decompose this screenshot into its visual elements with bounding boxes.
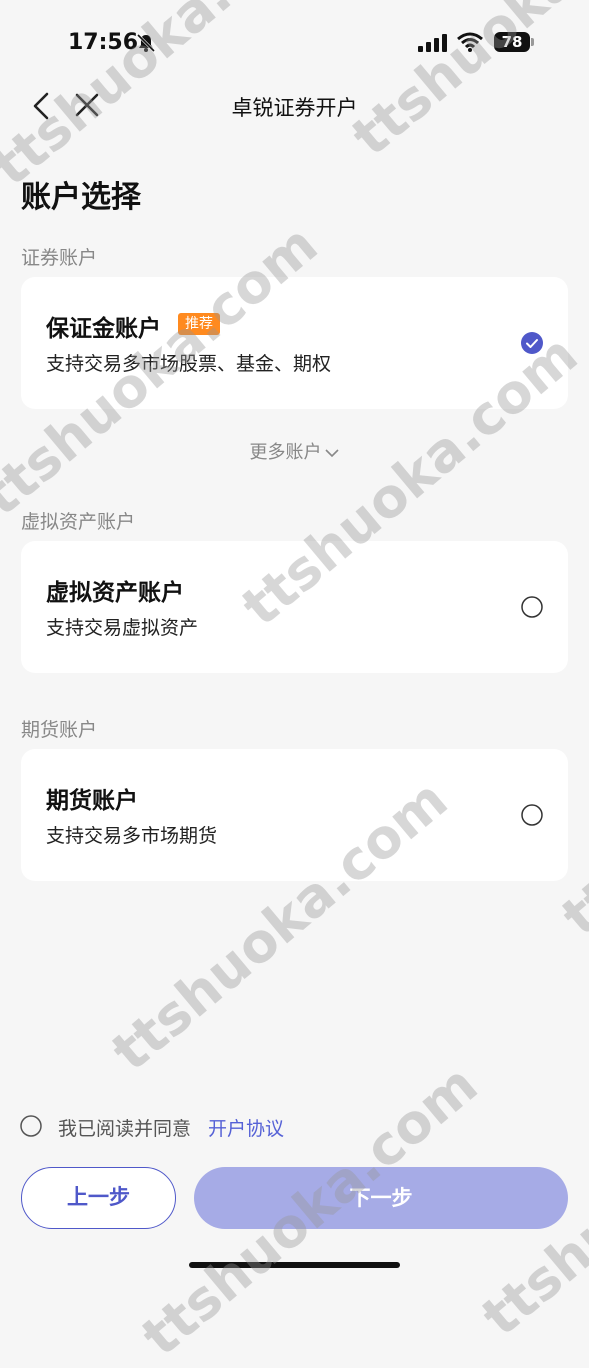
status-bar: 17:56 78 <box>0 0 589 88</box>
section-label-securities: 证券账户 <box>21 247 98 269</box>
section-label-futures: 期货账户 <box>21 719 98 741</box>
account-card-futures[interactable]: 期货账户 支持交易多市场期货 <box>21 749 568 881</box>
account-description: 支持交易多市场期货 <box>46 825 218 847</box>
account-title: 期货账户 <box>46 788 138 814</box>
agreement-text: 我已阅读并同意 <box>58 1118 192 1140</box>
status-time: 17:56 <box>68 30 139 55</box>
agreement-link[interactable]: 开户协议 <box>208 1114 284 1141</box>
account-description: 支持交易虚拟资产 <box>46 617 199 639</box>
signal-icon <box>418 34 447 52</box>
battery-tip <box>531 38 534 46</box>
account-title: 保证金账户 <box>46 316 161 342</box>
page-title: 账户选择 <box>21 180 141 215</box>
nav-bar: 卓锐证券开户 <box>0 78 589 134</box>
recommended-badge: 推荐 <box>178 313 220 335</box>
radio-unchecked-icon[interactable] <box>521 804 543 826</box>
chevron-down-icon <box>324 449 339 458</box>
section-label-virtual: 虚拟资产账户 <box>21 511 136 533</box>
home-indicator <box>189 1262 400 1268</box>
account-card-margin[interactable]: 保证金账户 推荐 支持交易多市场股票、基金、期权 <box>21 277 568 409</box>
account-description: 支持交易多市场股票、基金、期权 <box>46 353 332 375</box>
nav-title: 卓锐证券开户 <box>231 96 358 120</box>
more-accounts-label: 更多账户 <box>249 442 322 463</box>
prev-step-button[interactable]: 上一步 <box>21 1167 176 1229</box>
radio-unchecked-icon[interactable] <box>521 596 543 618</box>
account-title: 虚拟资产账户 <box>46 580 184 606</box>
agreement-checkbox-icon[interactable] <box>20 1115 42 1137</box>
wifi-icon <box>457 32 483 52</box>
more-accounts-toggle[interactable]: 更多账户 <box>0 438 589 464</box>
account-card-virtual[interactable]: 虚拟资产账户 支持交易虚拟资产 <box>21 541 568 673</box>
battery-icon: 78 <box>494 32 530 52</box>
radio-checked-icon[interactable] <box>521 332 543 354</box>
next-step-button[interactable]: 下一步 <box>194 1167 568 1229</box>
bell-muted-icon <box>136 33 156 53</box>
